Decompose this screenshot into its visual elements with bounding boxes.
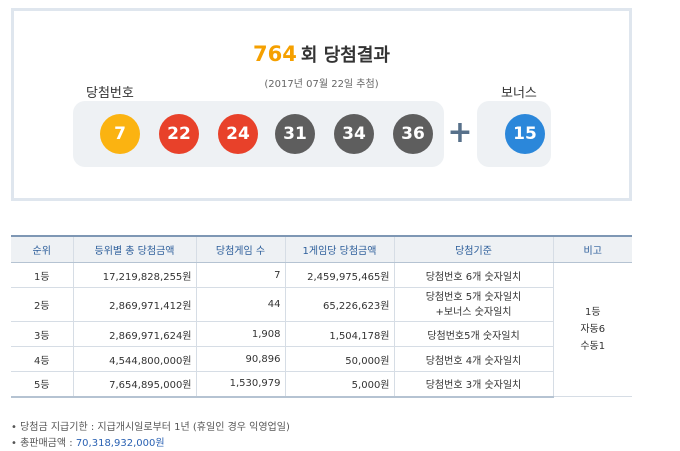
payment-deadline-note: • 당첨금 지급기한 : 지급개시일로부터 1년 (휴일인 경우 익영업일) — [11, 422, 290, 433]
note-line: 수동1 — [580, 341, 606, 352]
note-line: 1등 — [584, 307, 601, 318]
note-cell: 1등 자동6 수동1 — [552, 262, 632, 397]
col-winner-count: 당첨게임 수 — [195, 235, 285, 263]
prize-per-game-cell: 50,000원 — [284, 346, 394, 372]
criteria-text: 당첨번호 5개 숫자일치 — [425, 291, 522, 303]
prize-per-game-cell: 5,000원 — [284, 371, 394, 398]
note-line: 자동6 — [580, 324, 606, 335]
col-rank: 순위 — [11, 235, 73, 263]
round-number: 764 — [253, 42, 297, 66]
criteria-cell: 당첨번호5개 숫자일치 — [393, 321, 553, 347]
lotto-ball-3: 24 — [218, 114, 258, 154]
col-prize-per-game: 1게임당 당첨금액 — [284, 235, 394, 263]
total-prize-cell: 17,219,828,255원 — [72, 262, 196, 288]
rank-cell: 4등 — [11, 346, 73, 372]
plus-icon: + — [447, 115, 473, 150]
prize-table-header: 순위 등위별 총 당첨금액 당첨게임 수 1게임당 당첨금액 당첨기준 비고 — [11, 235, 632, 263]
criteria-text: 당첨번호 4개 숫자일치 — [425, 355, 522, 367]
lotto-ball-1: 7 — [100, 114, 140, 154]
criteria-cell: 당첨번호 6개 숫자일치 — [393, 262, 553, 288]
lotto-ball-6: 36 — [393, 114, 433, 154]
table-row: 3등 2,869,971,624원 1,908 1,504,178원 당첨번호5… — [11, 321, 632, 347]
total-sales-value: 70,318,932,000원 — [75, 438, 165, 449]
prize-per-game-cell: 65,226,623원 — [284, 287, 394, 322]
winner-count-cell: 1,908 — [195, 321, 285, 347]
col-criteria: 당첨기준 — [393, 235, 553, 263]
total-prize-cell: 2,869,971,412원 — [72, 287, 196, 322]
rank-cell: 5등 — [11, 371, 73, 398]
rank-cell: 2등 — [11, 287, 73, 322]
prize-table: 순위 등위별 총 당첨금액 당첨게임 수 1게임당 당첨금액 당첨기준 비고 1… — [11, 235, 632, 398]
title-suffix: 회 당첨결과 — [300, 45, 390, 66]
rank-cell: 1등 — [11, 262, 73, 288]
criteria-cell: 당첨번호 4개 숫자일치 — [393, 346, 553, 372]
criteria-text: 당첨번호 3개 숫자일치 — [425, 380, 522, 392]
criteria-text-bonus: +보너스 숫자일치 — [435, 306, 512, 318]
prize-per-game-cell: 2,459,975,465원 — [284, 262, 394, 288]
criteria-cell: 당첨번호 3개 숫자일치 — [393, 371, 553, 398]
criteria-text: 당첨번호 6개 숫자일치 — [425, 271, 522, 283]
total-prize-cell: 4,544,800,000원 — [72, 346, 196, 372]
criteria-text: 당첨번호5개 숫자일치 — [427, 330, 520, 342]
prize-per-game-cell: 1,504,178원 — [284, 321, 394, 347]
total-sales-label: • 총판매금액 : — [11, 438, 76, 449]
total-prize-cell: 2,869,971,624원 — [72, 321, 196, 347]
winning-numbers-label: 당첨번호 — [86, 86, 134, 101]
col-note: 비고 — [552, 235, 632, 263]
winner-count-cell: 90,896 — [195, 346, 285, 372]
bonus-number-label: 보너스 — [501, 86, 537, 101]
draw-title: 764 회 당첨결과 — [14, 41, 629, 67]
criteria-cell: 당첨번호 5개 숫자일치 +보너스 숫자일치 — [393, 287, 553, 322]
lotto-ball-5: 34 — [334, 114, 374, 154]
lotto-ball-2: 22 — [159, 114, 199, 154]
winner-count-cell: 44 — [195, 287, 285, 322]
table-row: 2등 2,869,971,412원 44 65,226,623원 당첨번호 5개… — [11, 287, 632, 322]
table-row: 1등 17,219,828,255원 7 2,459,975,465원 당첨번호… — [11, 262, 632, 397]
winner-count-cell: 1,530,979 — [195, 371, 285, 398]
table-row: 5등 7,654,895,000원 1,530,979 5,000원 당첨번호 … — [11, 371, 632, 398]
total-prize-cell: 7,654,895,000원 — [72, 371, 196, 398]
table-row: 4등 4,544,800,000원 90,896 50,000원 당첨번호 4개… — [11, 346, 632, 372]
lotto-ball-4: 31 — [275, 114, 315, 154]
bonus-ball: 15 — [505, 114, 545, 154]
winner-count-cell: 7 — [195, 262, 285, 288]
rank-cell: 3등 — [11, 321, 73, 347]
total-sales-note: • 총판매금액 : 70,318,932,000원 — [11, 434, 165, 449]
col-total-prize: 등위별 총 당첨금액 — [72, 235, 196, 263]
